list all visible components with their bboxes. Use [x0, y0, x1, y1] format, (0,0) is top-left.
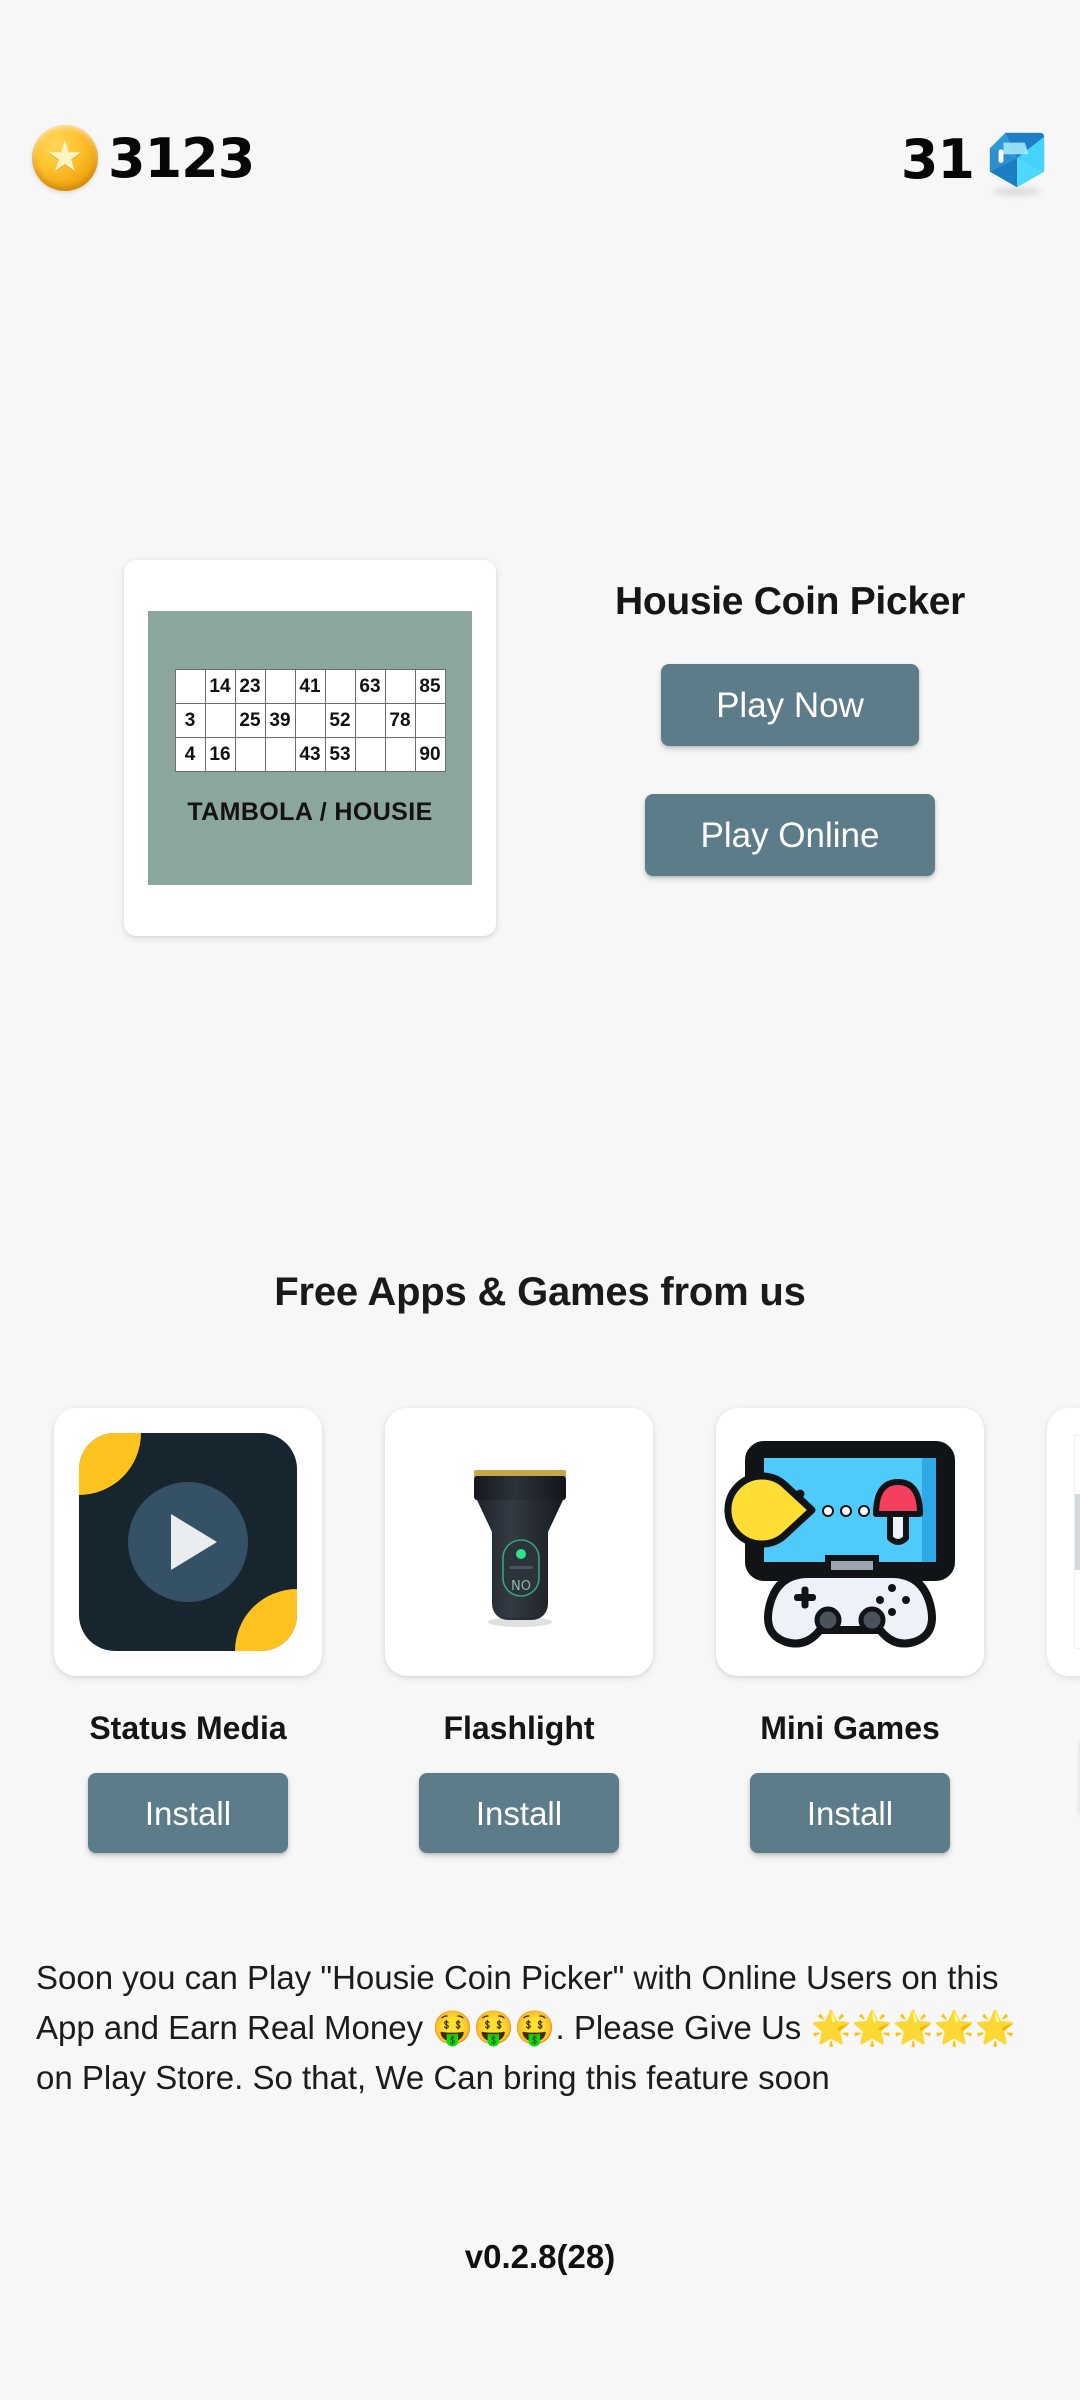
ticket-cell — [265, 670, 296, 704]
ticket-cell: 43 — [295, 738, 326, 772]
ticket-cell: 78 — [385, 704, 416, 738]
ticket-cell: 25 — [235, 704, 266, 738]
play-online-button[interactable]: Play Online — [645, 794, 935, 876]
top-status-bar: 3123 31 — [0, 0, 1080, 230]
ticket-cell — [415, 704, 446, 738]
corner-accent-top-left — [79, 1433, 141, 1495]
ticket-cell — [175, 670, 206, 704]
ticket-cell: 90 — [415, 738, 446, 772]
app-item-next-partial[interactable]: Install — [1047, 1408, 1080, 1853]
app-icon-card[interactable]: ON — [385, 1408, 653, 1676]
hero-actions: Housie Coin Picker Play Now Play Online — [560, 560, 1020, 876]
ticket-caption: TAMBOLA / HOUSIE — [187, 798, 433, 826]
ticket-cell — [355, 738, 386, 772]
mini-games-pacman-gamepad-icon — [716, 1408, 984, 1676]
gem-drop-shadow — [993, 186, 1041, 196]
install-button-mini-games[interactable]: Install — [750, 1773, 950, 1853]
blue-diamond-gem-icon — [986, 129, 1048, 196]
app-icon-card[interactable] — [716, 1408, 984, 1676]
hero-section: 14 23 41 63 85 3 25 39 52 78 4 16 43 53 … — [0, 560, 1080, 940]
app-screen: 3123 31 — [0, 0, 1080, 2400]
ticket-cell — [265, 738, 296, 772]
gem-count-label: 31 — [900, 128, 975, 191]
ticket-cell — [385, 670, 416, 704]
ticket-cell — [385, 738, 416, 772]
ticket-cell: 14 — [205, 670, 236, 704]
ticket-cell: 16 — [205, 738, 236, 772]
app-version-label: v0.2.8(28) — [464, 2238, 616, 2275]
free-apps-row[interactable]: Status Media Install ON Flashlight Insta… — [54, 1408, 1080, 1853]
icon-band — [1075, 1494, 1080, 1570]
app-icon-card[interactable] — [54, 1408, 322, 1676]
play-triangle-icon — [171, 1514, 217, 1570]
app-name-label: Status Media — [89, 1710, 287, 1746]
description-line-4: We Can bring this feature soon — [375, 2059, 830, 2096]
app-item-status-media[interactable]: Status Media Install — [54, 1408, 322, 1853]
app-icon-card[interactable] — [1047, 1408, 1080, 1676]
ticket-cell: 63 — [355, 670, 386, 704]
app-item-flashlight[interactable]: ON Flashlight Install — [385, 1408, 653, 1853]
description-line-3a: Please Give Us — [573, 2009, 811, 2046]
app-item-mini-games[interactable]: Mini Games Install — [716, 1408, 984, 1853]
ticket-cell: 3 — [175, 704, 206, 738]
description-line-3b: on Play Store. So that, — [36, 2059, 367, 2096]
install-button-status-media[interactable]: Install — [88, 1773, 288, 1853]
housie-ticket-card[interactable]: 14 23 41 63 85 3 25 39 52 78 4 16 43 53 … — [124, 560, 496, 936]
play-now-button[interactable]: Play Now — [661, 664, 919, 746]
tambola-number-grid: 14 23 41 63 85 3 25 39 52 78 4 16 43 53 … — [174, 669, 446, 772]
page-title: Housie Coin Picker — [614, 580, 966, 623]
play-circle — [128, 1482, 248, 1602]
app-name-label: Flashlight — [443, 1710, 595, 1746]
svg-text:ON: ON — [511, 1576, 531, 1591]
corner-accent-bottom-right — [235, 1589, 297, 1651]
ticket-cell: 52 — [325, 704, 356, 738]
tambola-ticket: 14 23 41 63 85 3 25 39 52 78 4 16 43 53 … — [148, 611, 472, 885]
coin-count-label: 3123 — [108, 126, 255, 190]
gold-coin-star-icon — [32, 125, 98, 191]
money-face-emoji: 🤑🤑🤑 — [432, 2008, 556, 2047]
ticket-cell — [295, 704, 326, 738]
ticket-cell: 39 — [265, 704, 296, 738]
ticket-cell — [355, 704, 386, 738]
ticket-cell: 41 — [295, 670, 326, 704]
description-line-2b: . — [555, 2009, 565, 2046]
glowing-star-emoji: 🌟🌟🌟🌟🌟 — [810, 2008, 1016, 2047]
ticket-cell — [235, 738, 266, 772]
ticket-cell — [325, 670, 356, 704]
ticket-cell — [205, 704, 236, 738]
coin-balance[interactable]: 3123 — [32, 125, 255, 191]
status-media-play-icon — [54, 1408, 322, 1676]
app-icon-placeholder — [1074, 1435, 1080, 1649]
install-button-flashlight[interactable]: Install — [419, 1773, 619, 1853]
promo-description: Soon you can Play "Housie Coin Picker" w… — [36, 1953, 1036, 2103]
app-name-label: Mini Games — [760, 1710, 940, 1746]
ticket-cell: 4 — [175, 738, 206, 772]
ticket-cell: 53 — [325, 738, 356, 772]
ticket-cell: 85 — [415, 670, 446, 704]
description-line-1: Soon you can Play "Housie Coin Picker" w… — [36, 1959, 797, 1996]
flashlight-torch-icon: ON — [385, 1408, 653, 1676]
free-apps-section-title: Free Apps & Games from us — [274, 1270, 806, 1314]
ticket-cell: 23 — [235, 670, 266, 704]
gem-balance[interactable]: 31 — [900, 128, 1048, 196]
